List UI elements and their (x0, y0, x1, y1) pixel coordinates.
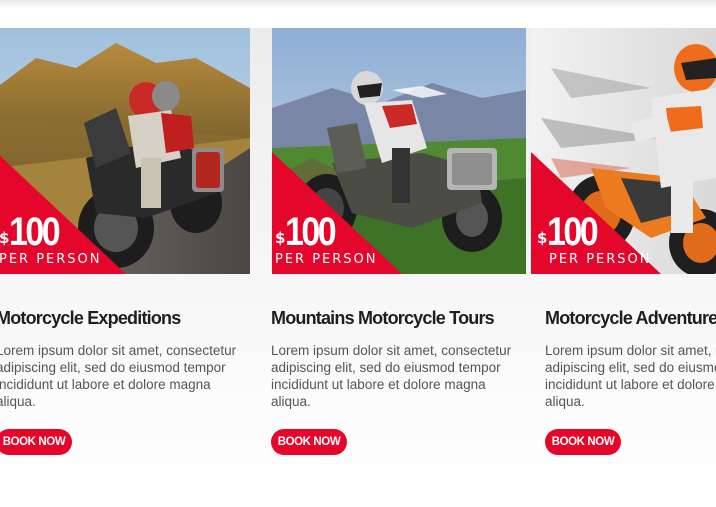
description-line: adipiscing elit, sed do eiusmod tempor (545, 360, 716, 375)
header-shadow (0, 0, 716, 8)
tour-title[interactable]: Motorcycle Expeditions (0, 308, 181, 329)
book-now-button[interactable]: BOOK NOW (0, 429, 72, 455)
description-line: incididunt ut labore et dolore magna (271, 377, 486, 392)
description-line: incididunt ut labore et dolore magna (545, 377, 716, 392)
tour-title[interactable]: Mountains Motorcycle Tours (271, 308, 495, 329)
description-line: Lorem ipsum dolor sit amet, consectetur (271, 343, 512, 358)
book-now-button[interactable]: BOOK NOW (545, 429, 621, 455)
tour-title[interactable]: Motorcycle Adventure Tours (545, 308, 716, 329)
currency-symbol: $ (275, 229, 286, 247)
price-amount: 100 (547, 210, 599, 254)
mountain-motorcycle-photo[interactable]: $100 PER PERSON (272, 28, 526, 274)
adventure-motorcycle-photo[interactable]: $100 PER PERSON (531, 28, 716, 274)
currency-symbol: $ (537, 229, 548, 247)
description-line: Lorem ipsum dolor sit amet, consectetur (0, 343, 237, 358)
description-line: aliqua. (545, 394, 585, 409)
description-line: aliqua. (271, 394, 311, 409)
description-line: Lorem ipsum dolor sit amet, consectetur (545, 343, 716, 358)
tour-card-expeditions: $100 PER PERSON Motorcycle Expeditions L… (0, 28, 256, 468)
price-unit: PER PERSON (549, 252, 652, 267)
tour-description: Lorem ipsum dolor sit amet, consectetur … (545, 342, 716, 410)
tour-description: Lorem ipsum dolor sit amet, consectetur … (0, 342, 236, 410)
tour-card-adventure: $100 PER PERSON Motorcycle Adventure Tou… (531, 28, 716, 468)
price-unit: PER PERSON (275, 252, 378, 267)
description-line: adipiscing elit, sed do eiusmod tempor (0, 360, 226, 375)
description-line: adipiscing elit, sed do eiusmod tempor (271, 360, 501, 375)
description-line: aliqua. (0, 394, 36, 409)
tour-card-mountains: $100 PER PERSON Mountains Motorcycle Tou… (271, 28, 531, 468)
description-line: incididunt ut labore et dolore magna (0, 377, 211, 392)
tours-section: $100 PER PERSON Motorcycle Expeditions L… (0, 0, 716, 507)
book-now-button[interactable]: BOOK NOW (271, 429, 347, 455)
price-tag: $100 (275, 212, 343, 252)
motorcycle-expedition-photo[interactable]: $100 PER PERSON (0, 28, 250, 274)
price-unit: PER PERSON (0, 252, 102, 267)
price-amount: 100 (285, 210, 337, 254)
price-tag: $100 (0, 212, 67, 252)
price-amount: 100 (9, 210, 61, 254)
tour-description: Lorem ipsum dolor sit amet, consectetur … (271, 342, 511, 410)
price-tag: $100 (537, 212, 605, 252)
